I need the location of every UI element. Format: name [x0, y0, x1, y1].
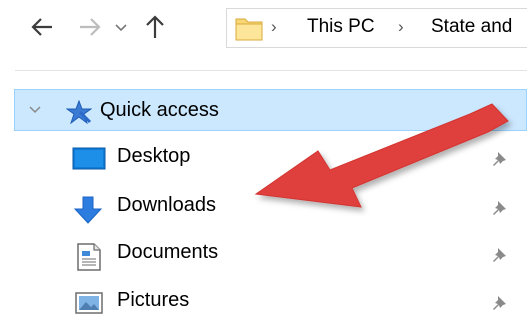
arrow-right-icon	[80, 18, 101, 36]
breadcrumb-this-pc[interactable]: This PC	[307, 16, 375, 38]
arrow-up-icon	[146, 15, 164, 38]
chevron-right-icon[interactable]: ›	[398, 17, 404, 37]
pin-icon[interactable]	[491, 293, 511, 313]
document-icon	[77, 243, 101, 271]
sidebar-item-label: Pictures	[117, 289, 190, 311]
address-bar[interactable]: › This PC › State and	[226, 8, 527, 48]
pin-icon[interactable]	[491, 245, 511, 265]
sidebar-item-label: Documents	[117, 241, 219, 263]
pin-icon[interactable]	[491, 149, 511, 169]
forward-button[interactable]	[76, 14, 102, 40]
arrow-left-icon	[31, 18, 52, 36]
star-icon	[66, 100, 92, 124]
chevron-down-icon	[115, 24, 127, 32]
pin-icon[interactable]	[491, 198, 511, 218]
sidebar-item-pictures[interactable]: Pictures	[0, 281, 527, 325]
sidebar-item-label: Downloads	[117, 194, 216, 216]
chevron-right-icon[interactable]: ›	[271, 17, 277, 37]
sidebar-item-downloads[interactable]: Downloads	[0, 186, 527, 230]
sidebar-item-label: Desktop	[117, 145, 191, 167]
pictures-icon	[75, 292, 103, 314]
divider	[15, 70, 527, 71]
sidebar-item-documents[interactable]: Documents	[0, 233, 527, 277]
sidebar-item-desktop[interactable]: Desktop	[0, 137, 527, 181]
breadcrumb-state[interactable]: State and	[431, 16, 512, 38]
up-button[interactable]	[142, 14, 168, 40]
folder-icon	[235, 18, 263, 41]
download-arrow-icon	[73, 196, 103, 224]
sidebar-item-label: Quick access	[100, 99, 219, 121]
chevron-down-icon[interactable]	[27, 102, 43, 118]
sidebar-item-quick-access[interactable]: Quick access	[14, 89, 527, 131]
recent-locations-button[interactable]	[111, 14, 131, 40]
desktop-icon	[72, 147, 106, 170]
back-button[interactable]	[30, 14, 56, 40]
